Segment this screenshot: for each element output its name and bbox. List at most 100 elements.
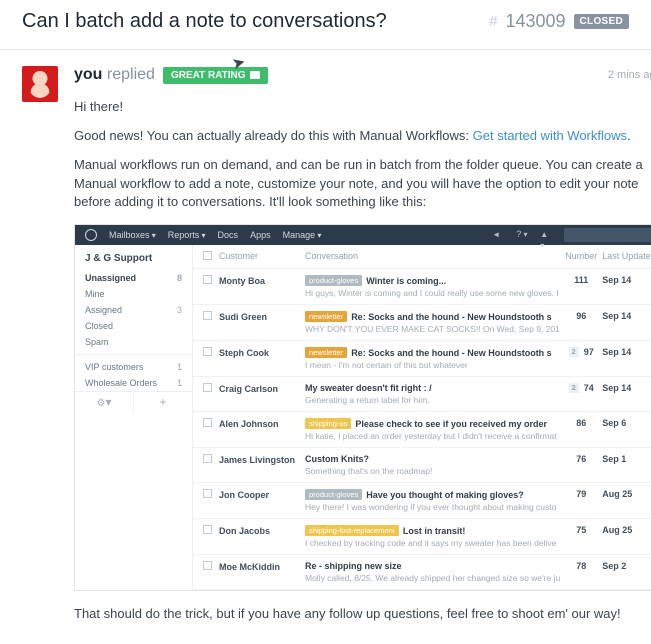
- checkbox-icon[interactable]: [203, 275, 212, 284]
- app-logo-icon: [85, 229, 97, 241]
- reply-paragraph: Manual workflows run on demand, and can …: [74, 156, 651, 213]
- user-icon[interactable]: [540, 229, 552, 241]
- ticket-number: 96: [560, 311, 602, 321]
- table-row[interactable]: Steph Cooknewsletter Re: Socks and the h…: [193, 341, 651, 377]
- ticket-number: 143009: [505, 11, 565, 32]
- search-input[interactable]: [564, 228, 651, 242]
- checkbox-icon[interactable]: [203, 454, 212, 463]
- subject: newsletter Re: Socks and the hound - New…: [305, 311, 560, 322]
- last-updated: Sep 14: [602, 347, 651, 357]
- reply-paragraph: Hi there!: [74, 98, 651, 117]
- header-meta: # 143009 CLOSED: [489, 11, 629, 32]
- sidebar-settings-button[interactable]: ▾: [75, 392, 134, 411]
- customer-name: Alen Johnson: [219, 418, 305, 429]
- last-updated: Sep 14: [602, 275, 651, 285]
- subject: Custom Knits?: [305, 454, 560, 464]
- sidebar: J & G Support Unassigned8MineAssigned3Cl…: [75, 245, 193, 590]
- table-row[interactable]: Sudi Greennewsletter Re: Socks and the h…: [193, 305, 651, 341]
- ticket-number: 274: [560, 383, 602, 393]
- customer-name: James Livingston: [219, 454, 305, 465]
- preview: Generating a return label for him.: [305, 395, 560, 405]
- last-updated: Sep 14: [602, 311, 651, 321]
- sidebar-item[interactable]: Unassigned8: [75, 270, 192, 286]
- checkbox-icon[interactable]: [203, 347, 212, 356]
- ticket-number: 79: [560, 489, 602, 499]
- tag-badge: shipping-lost-replacement: [305, 525, 399, 536]
- col-updated: Last Updated: [602, 251, 651, 262]
- table-row[interactable]: Don Jacobsshipping-lost-replacement Lost…: [193, 519, 651, 555]
- preview: WHY DON'T YOU EVER MAKE CAT SOCKS!! On W…: [305, 324, 560, 334]
- subject: product-gloves Winter is coming...: [305, 275, 560, 286]
- sidebar-item[interactable]: Spam: [75, 334, 192, 350]
- table-row[interactable]: Craig CarlsonMy sweater doesn't fit righ…: [193, 377, 651, 412]
- last-updated: Sep 1: [602, 454, 651, 464]
- table-row[interactable]: James LivingstonCustom Knits?Something t…: [193, 448, 651, 483]
- gear-icon: [97, 395, 106, 409]
- checkbox-icon[interactable]: [203, 383, 212, 392]
- ticket-hash: #: [489, 13, 497, 30]
- col-customer: Customer: [219, 251, 305, 262]
- subject: shipping-us Please check to see if you r…: [305, 418, 560, 429]
- nav-mailboxes[interactable]: Mailboxes: [109, 230, 156, 240]
- ticket-number: 111: [560, 275, 602, 285]
- reply-paragraph: Good news! You can actually already do t…: [74, 127, 651, 146]
- subject: My sweater doesn't fit right : /: [305, 383, 560, 393]
- customer-name: Craig Carlson: [219, 383, 305, 394]
- table-row[interactable]: Alen Johnsonshipping-us Please check to …: [193, 412, 651, 448]
- subject: newsletter Re: Socks and the hound - New…: [305, 347, 560, 358]
- preview: I mean - I'm not certain of this but wha…: [305, 360, 560, 370]
- customer-name: Don Jacobs: [219, 525, 305, 536]
- last-updated: Aug 25: [602, 525, 651, 535]
- table-header: Customer Conversation Number Last Update…: [193, 245, 651, 269]
- checkbox-icon[interactable]: [203, 311, 212, 320]
- sidebar-add-button[interactable]: +: [134, 392, 192, 411]
- tag-badge: newsletter: [305, 311, 347, 322]
- ticket-number: 75: [560, 525, 602, 535]
- count-badge: 2: [569, 347, 579, 357]
- reply-author: you replied: [74, 66, 155, 84]
- checkbox-icon[interactable]: [203, 489, 212, 498]
- shot-navbar: Mailboxes Reports Docs Apps Manage: [75, 225, 651, 245]
- preview: I checked by tracking code and it says m…: [305, 538, 560, 548]
- volume-icon[interactable]: [492, 229, 504, 241]
- checkbox-icon[interactable]: [203, 418, 212, 427]
- tag-badge: newsletter: [305, 347, 347, 358]
- ticket-number: 78: [560, 561, 602, 571]
- count-badge: 2: [569, 383, 579, 393]
- nav-docs[interactable]: Docs: [218, 230, 239, 240]
- checkbox-icon[interactable]: [203, 525, 212, 534]
- nav-apps[interactable]: Apps: [250, 230, 271, 240]
- nav-reports[interactable]: Reports: [168, 230, 206, 240]
- sidebar-item[interactable]: Mine: [75, 286, 192, 302]
- page-title: Can I batch add a note to conversations?: [22, 10, 387, 33]
- sidebar-item[interactable]: VIP customers1: [75, 359, 192, 375]
- nav-manage[interactable]: Manage: [283, 230, 322, 240]
- embedded-screenshot: Mailboxes Reports Docs Apps Manage J & G…: [74, 224, 651, 591]
- sidebar-title: J & G Support: [75, 245, 192, 270]
- sidebar-item[interactable]: Assigned3: [75, 302, 192, 318]
- table-row[interactable]: Jon Cooperproduct-gloves Have you though…: [193, 483, 651, 519]
- last-updated: Aug 25: [602, 489, 651, 499]
- customer-name: Moe McKiddin: [219, 561, 305, 572]
- checkbox-icon[interactable]: [203, 561, 212, 570]
- last-updated: Sep 6: [602, 418, 651, 428]
- ticket-number: 76: [560, 454, 602, 464]
- customer-name: Monty Boa: [219, 275, 305, 286]
- ticket-number: 297: [560, 347, 602, 357]
- tag-badge: product-gloves: [305, 489, 362, 500]
- checkbox-icon[interactable]: [203, 251, 212, 260]
- sidebar-item[interactable]: Closed: [75, 318, 192, 334]
- sidebar-item[interactable]: Wholesale Orders1: [75, 375, 192, 391]
- table-row[interactable]: Monty Boaproduct-gloves Winter is coming…: [193, 269, 651, 305]
- rating-badge: GREAT RATING: [163, 67, 268, 84]
- subject: Re - shipping new size: [305, 561, 560, 571]
- col-number: Number: [560, 251, 602, 262]
- help-icon[interactable]: [516, 229, 528, 241]
- workflows-link[interactable]: Get started with Workflows: [473, 128, 627, 143]
- preview: Hi guys, Winter is coming and I could re…: [305, 288, 560, 298]
- table-row[interactable]: Moe McKiddinRe - shipping new sizeMolly …: [193, 555, 651, 590]
- subject: product-gloves Have you thought of makin…: [305, 489, 560, 500]
- tag-badge: product-gloves: [305, 275, 362, 286]
- avatar: [22, 66, 58, 102]
- last-updated: Sep 2: [602, 561, 651, 571]
